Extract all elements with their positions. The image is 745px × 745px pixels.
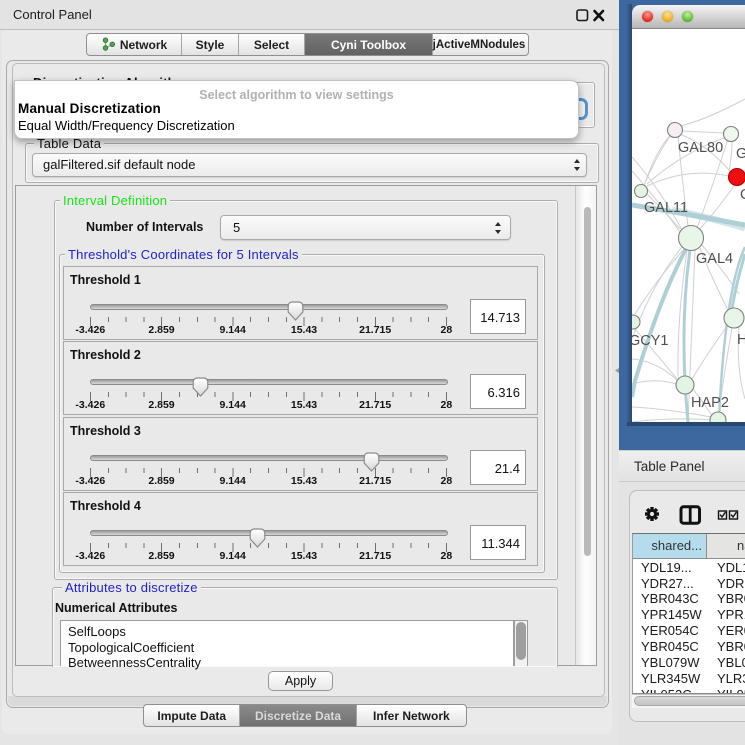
svg-text:HAP2: HAP2 [691,395,729,411]
svg-text:HIS4: HIS4 [737,332,745,348]
svg-text:GAL80: GAL80 [678,140,723,156]
svg-text:GCY1: GCY1 [632,333,669,349]
svg-text:GAL11: GAL11 [644,200,688,216]
svg-text:GAL2: GAL2 [740,187,745,203]
svg-text:GAL4: GAL4 [696,251,733,267]
svg-text:GAL3: GAL3 [736,146,745,162]
